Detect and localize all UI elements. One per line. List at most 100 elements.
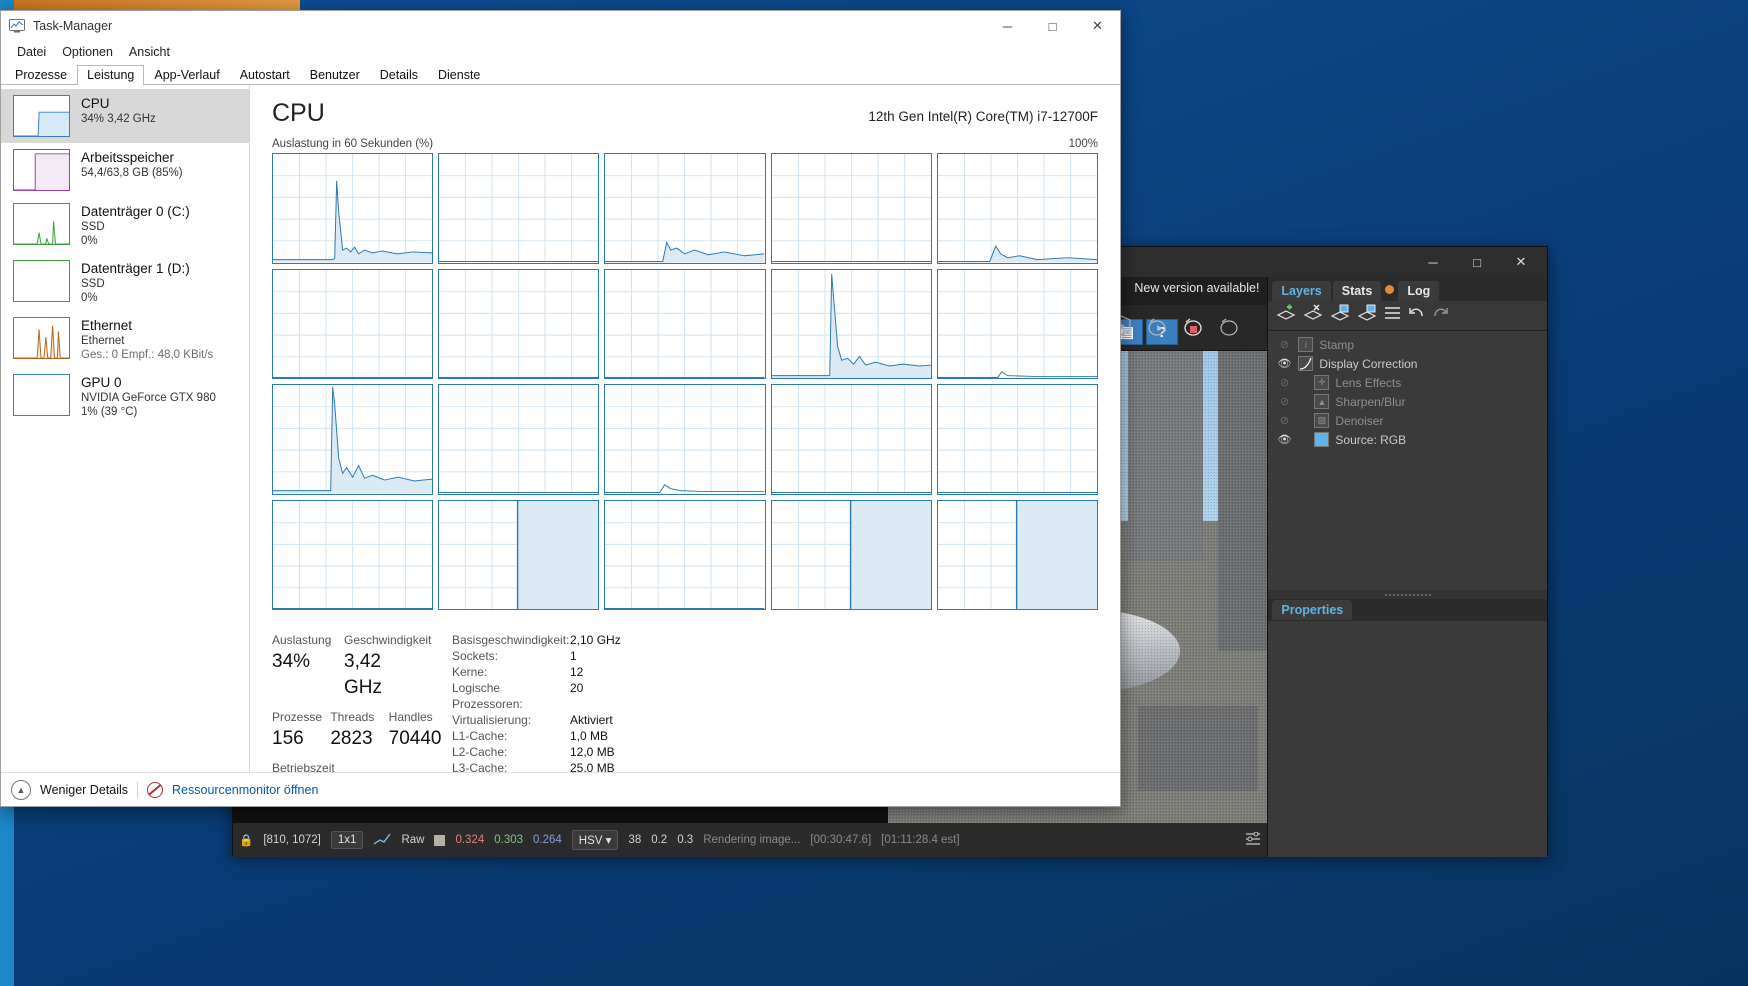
stat-value: 3,42 GHz	[344, 651, 382, 698]
task-manager-main: CPU 34% 3,42 GHz Arbeitsspeicher 54,4/63…	[1, 85, 1120, 772]
photo-status-bar[interactable]: 🔒 [810, 1072] 1x1 Raw 0.324 0.303 0.264 …	[233, 823, 1268, 857]
info-label: Kerne:	[452, 665, 488, 679]
sidebar-item-ethernet[interactable]: Ethernet Ethernet Ges.: 0 Empf.: 48,0 KB…	[1, 311, 249, 368]
color-swatch	[434, 834, 446, 846]
tab-dienste[interactable]: Dienste	[428, 65, 490, 85]
info-row: L2-Cache: 12,0 MB	[452, 744, 621, 760]
sidebar-item-datentraeger-0[interactable]: Datenträger 0 (C:) SSD 0%	[1, 197, 249, 254]
cpu-model-label: 12th Gen Intel(R) Core(TM) i7-12700F	[868, 109, 1098, 124]
menu-bar[interactable]: Datei Optionen Ansicht	[1, 41, 1120, 63]
maximize-button[interactable]: □	[1030, 11, 1075, 41]
graph-axis-labels: Auslastung in 60 Sekunden (%) 100%	[272, 138, 1098, 150]
save-layer-icon[interactable]	[1330, 304, 1350, 327]
undo-icon[interactable]	[1408, 306, 1425, 325]
render-elapsed: [00:30:47.6]	[810, 834, 872, 846]
green-channel-value: 0.303	[494, 834, 524, 846]
layer-item[interactable]: ⊘ ✛ Lens Effects	[1268, 373, 1547, 392]
tab-benutzer[interactable]: Benutzer	[300, 65, 370, 85]
redo-icon[interactable]	[1432, 306, 1449, 325]
sidebar-item-arbeitsspeicher[interactable]: Arbeitsspeicher 54,4/63,8 GB (85%)	[1, 143, 249, 197]
visibility-icon[interactable]: 👁	[1276, 433, 1292, 446]
minimize-button[interactable]: ─	[985, 11, 1030, 41]
delete-layer-icon[interactable]	[1303, 304, 1323, 327]
menu-ansicht[interactable]: Ansicht	[121, 43, 178, 61]
sidebar-sub1: SSD	[81, 221, 105, 233]
hue-value: 38	[628, 834, 642, 846]
task-manager-window[interactable]: Task-Manager ─ □ ✕ Datei Optionen Ansich…	[0, 10, 1121, 807]
tab-autostart[interactable]: Autostart	[230, 65, 300, 85]
blue-channel-value: 0.264	[533, 834, 562, 846]
layer-item[interactable]: ⊘ i Stamp	[1268, 335, 1547, 354]
layer-label: Source: RGB	[1335, 432, 1407, 447]
list-icon[interactable]	[1384, 306, 1401, 325]
layer-label: Lens Effects	[1335, 375, 1402, 390]
core-graph-cell	[770, 268, 932, 379]
visibility-icon[interactable]: ⊘	[1276, 338, 1292, 351]
tab-log[interactable]: Log	[1398, 281, 1440, 301]
core-graph-cell	[770, 499, 932, 610]
visibility-icon[interactable]: ⊘	[1276, 395, 1292, 408]
core-graph-cell	[936, 268, 1098, 379]
menu-optionen[interactable]: Optionen	[54, 43, 121, 61]
panel-splitter[interactable]	[1268, 590, 1547, 599]
layer-item[interactable]: ⊘ ▲ Sharpen/Blur	[1268, 392, 1547, 411]
open-layer-icon[interactable]	[1357, 304, 1377, 327]
visibility-icon[interactable]: ⊘	[1276, 414, 1292, 427]
tab-app-verlauf[interactable]: App-Verlauf	[144, 65, 229, 85]
stat-threads: Threads 2823	[330, 709, 388, 752]
task-manager-titlebar[interactable]: Task-Manager ─ □ ✕	[1, 11, 1120, 41]
sidebar-label: GPU 0	[81, 375, 122, 390]
chevron-up-icon[interactable]: ▲	[11, 779, 31, 800]
teapot-play-icon[interactable]	[1144, 314, 1174, 342]
task-manager-footer[interactable]: ▲ Weniger Details Ressourcenmonitor öffn…	[1, 772, 1120, 806]
sidebar-label: Datenträger 0 (C:)	[81, 204, 190, 219]
layer-list[interactable]: ⊘ i Stamp 👁 Display Correction ⊘ ✛ Lens …	[1268, 331, 1547, 590]
sidebar-item-cpu[interactable]: CPU 34% 3,42 GHz	[1, 89, 249, 143]
core-graph-cell	[438, 384, 600, 495]
stat-label: Threads	[330, 710, 375, 724]
layer-item[interactable]: 👁 Source: RGB	[1268, 430, 1547, 449]
add-layer-icon[interactable]	[1276, 304, 1296, 327]
menu-datei[interactable]: Datei	[9, 43, 54, 61]
zoom-selector[interactable]: 1x1	[330, 831, 364, 849]
layer-item[interactable]: 👁 Display Correction	[1268, 354, 1547, 373]
options-icon[interactable]	[1245, 831, 1261, 849]
info-label: Basisgeschwindigkeit:	[452, 633, 570, 647]
photo-close-button[interactable]: ✕	[1499, 247, 1543, 277]
curve-icon[interactable]	[373, 833, 391, 848]
tab-prozesse[interactable]: Prozesse	[5, 65, 77, 85]
tab-leistung[interactable]: Leistung	[77, 65, 145, 85]
less-details-button[interactable]: Weniger Details	[40, 783, 128, 797]
stat-label: Geschwindigkeit	[344, 633, 432, 647]
close-button[interactable]: ✕	[1075, 11, 1120, 41]
tab-layers[interactable]: Layers	[1272, 281, 1331, 301]
photo-minimize-button[interactable]: ─	[1411, 247, 1455, 277]
info-row: L3-Cache: 25,0 MB	[452, 760, 621, 772]
teapot-outline-icon[interactable]	[1216, 314, 1246, 342]
sidebar-item-gpu-0[interactable]: GPU 0 NVIDIA GeForce GTX 980 1% (39 °C)	[1, 368, 249, 425]
layer-item[interactable]: ⊘ ▨ Denoiser	[1268, 411, 1547, 430]
sidebar-sub1: 54,4/63,8 GB (85%)	[81, 167, 183, 179]
resource-monitor-link[interactable]: Ressourcenmonitor öffnen	[172, 783, 318, 797]
visibility-icon[interactable]: 👁	[1276, 357, 1292, 370]
tab-stats[interactable]: Stats	[1332, 281, 1382, 301]
layer-toolbar[interactable]	[1268, 301, 1547, 331]
tab-properties[interactable]: Properties	[1272, 600, 1353, 620]
sidebar-item-datentraeger-1[interactable]: Datenträger 1 (D:) SSD 0%	[1, 254, 249, 311]
colorspace-dropdown[interactable]: HSV ▾	[571, 830, 619, 850]
window-controls[interactable]: ─ □ ✕	[985, 11, 1120, 41]
visibility-icon[interactable]: ⊘	[1276, 376, 1292, 389]
tab-bar[interactable]: Prozesse Leistung App-Verlauf Autostart …	[1, 63, 1120, 85]
render-status: Rendering image...	[703, 834, 801, 846]
resource-sidebar[interactable]: CPU 34% 3,42 GHz Arbeitsspeicher 54,4/63…	[1, 85, 250, 772]
photo-maximize-button[interactable]: □	[1455, 247, 1499, 277]
properties-tabbar[interactable]: Properties	[1268, 599, 1547, 621]
lock-icon[interactable]: 🔒	[239, 833, 253, 847]
raw-mode-label[interactable]: Raw	[401, 834, 424, 846]
tab-details[interactable]: Details	[370, 65, 428, 85]
core-graph-cell	[272, 268, 434, 379]
teapot-stop-icon[interactable]	[1180, 314, 1210, 342]
panel-tabs[interactable]: Layers Stats Log	[1268, 277, 1547, 301]
memory-mini-graph	[13, 149, 70, 191]
sidebar-text: CPU 34% 3,42 GHz	[81, 95, 156, 126]
